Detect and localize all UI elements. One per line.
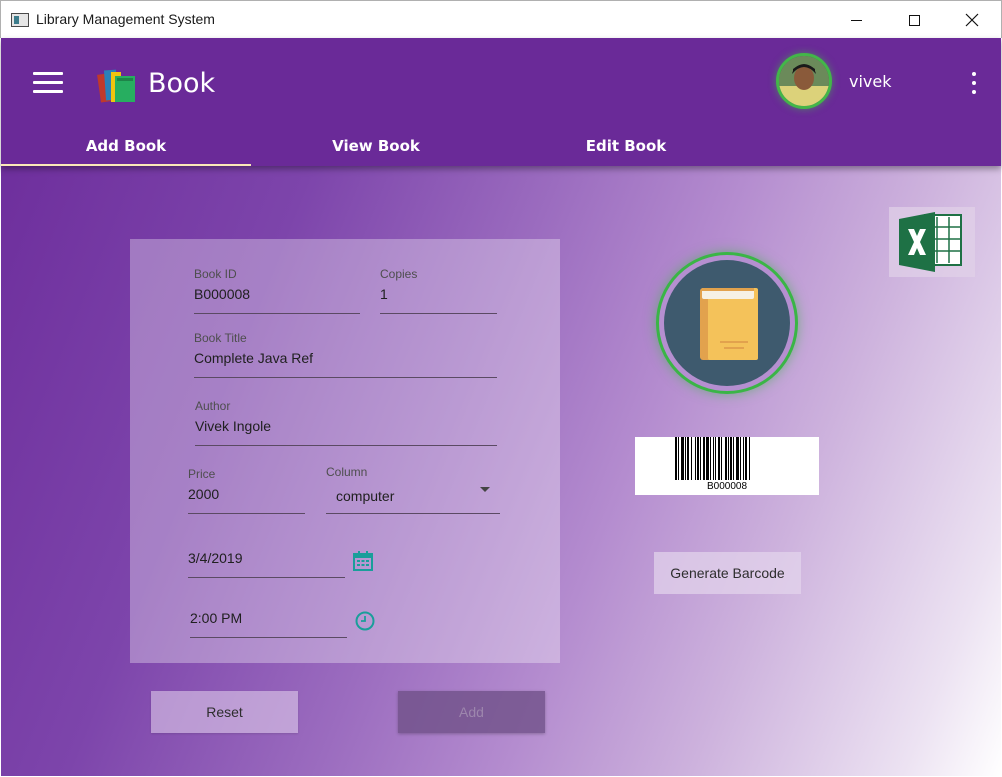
book-id-field[interactable]: Book ID B000008	[194, 267, 360, 314]
window-titlebar: Library Management System	[0, 0, 1002, 38]
books-icon	[97, 69, 135, 103]
chevron-down-icon	[480, 487, 490, 492]
minimize-button[interactable]	[827, 1, 885, 39]
price-value: 2000	[188, 486, 220, 502]
add-button[interactable]: Add	[398, 691, 545, 733]
tab-view-book[interactable]: View Book	[251, 134, 501, 166]
reset-button[interactable]: Reset	[151, 691, 298, 733]
avatar[interactable]	[776, 53, 832, 109]
book-id-label: Book ID	[194, 267, 237, 281]
time-picker-field[interactable]: 2:00 PM	[190, 607, 347, 638]
window-title: Library Management System	[36, 11, 215, 27]
excel-export-button[interactable]	[889, 207, 975, 277]
copies-label: Copies	[380, 267, 418, 281]
app-window-icon	[11, 13, 29, 27]
book-title-field[interactable]: Book Title Complete Java Ref	[194, 331, 497, 378]
time-value: 2:00 PM	[190, 610, 243, 626]
column-label: Column	[326, 465, 368, 479]
book-image	[656, 252, 798, 394]
author-field[interactable]: Author Vivek Ingole	[195, 399, 497, 446]
price-label: Price	[188, 467, 216, 481]
minimize-icon	[850, 19, 862, 21]
maximize-button[interactable]	[885, 1, 943, 39]
barcode-text: B000008	[706, 481, 748, 492]
barcode-bars	[675, 437, 750, 480]
barcode-image: B000008	[635, 437, 819, 495]
price-field[interactable]: Price 2000	[188, 467, 305, 514]
main-content: Book ID B000008 Copies 1 Book Title Comp…	[1, 166, 1001, 776]
kebab-icon[interactable]	[971, 72, 977, 94]
calendar-icon[interactable]	[353, 551, 373, 571]
book-title-label: Book Title	[194, 331, 247, 345]
maximize-icon	[908, 14, 920, 26]
tab-add-book[interactable]: Add Book	[1, 134, 251, 166]
column-select[interactable]: Column computer	[326, 465, 500, 514]
book-icon	[700, 288, 758, 360]
tab-edit-book[interactable]: Edit Book	[501, 134, 751, 166]
username: vivek	[849, 72, 892, 91]
user-avatar-image	[779, 56, 829, 106]
copies-field[interactable]: Copies 1	[380, 267, 497, 314]
book-id-value: B000008	[194, 286, 251, 302]
column-value: computer	[336, 488, 395, 504]
date-picker-field[interactable]: 3/4/2019	[188, 547, 345, 578]
excel-icon	[899, 212, 962, 272]
date-value: 3/4/2019	[188, 550, 243, 566]
close-button[interactable]	[943, 1, 1001, 39]
close-icon	[965, 13, 979, 27]
app-header: Book vivek Add Book View Book Edit Book	[1, 38, 1001, 166]
page-title: Book	[148, 68, 216, 99]
copies-value: 1	[380, 286, 388, 302]
author-value: Vivek Ingole	[195, 418, 272, 434]
clock-icon[interactable]	[355, 611, 375, 631]
book-title-value: Complete Java Ref	[194, 350, 314, 366]
author-label: Author	[195, 399, 231, 413]
add-book-form: Book ID B000008 Copies 1 Book Title Comp…	[130, 239, 560, 663]
generate-barcode-button[interactable]: Generate Barcode	[654, 552, 801, 594]
hamburger-icon[interactable]	[33, 72, 63, 96]
active-tab-indicator	[1, 164, 251, 166]
